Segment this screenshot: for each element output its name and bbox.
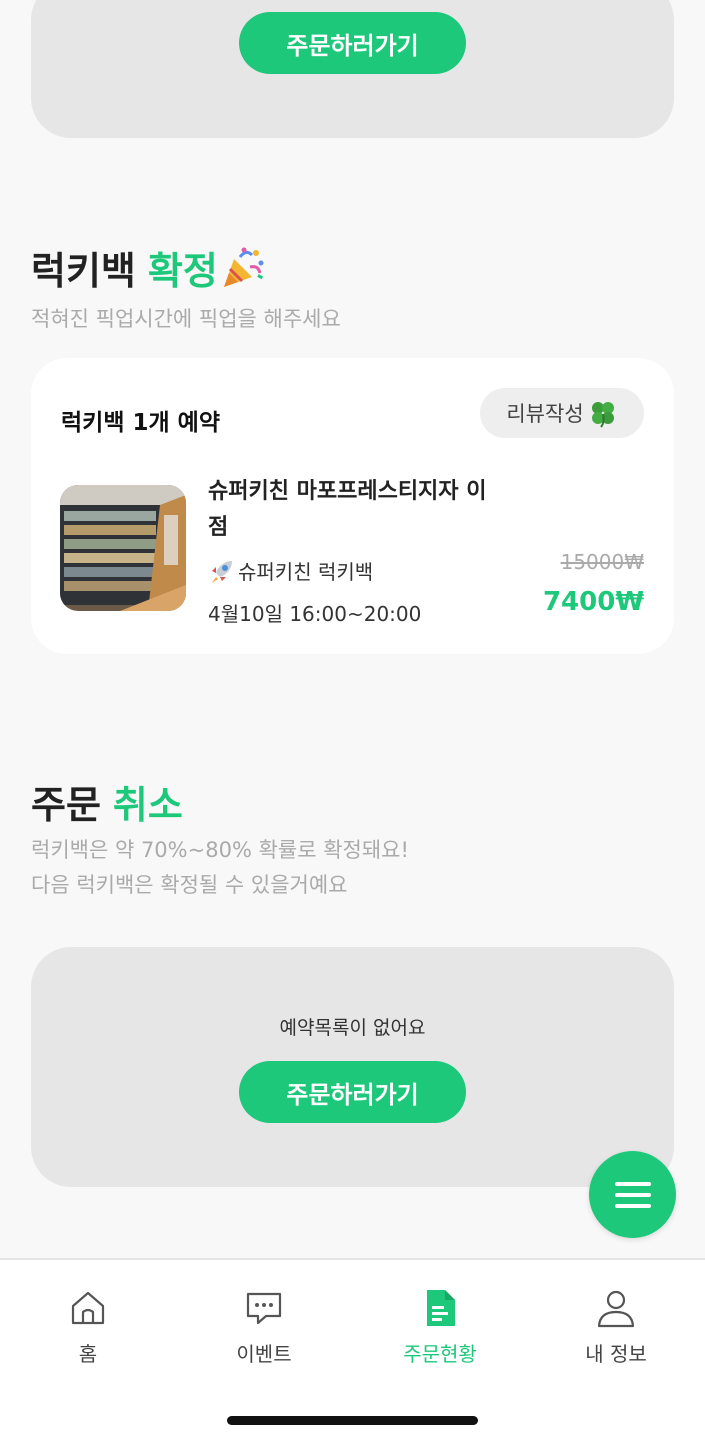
sale-price: 7400₩ <box>542 587 644 617</box>
store-thumbnail <box>60 485 186 611</box>
confirmed-title-main: 럭키백 <box>31 249 136 293</box>
order-status-content: 주문하러가기 럭키백 확정 적혀진 픽업시간에 픽업을 해주세요 럭키백 1개 … <box>0 0 705 1258</box>
empty-reservations-text: 예약목록이 없어요 <box>279 1017 426 1039</box>
four-leaf-clover-icon <box>591 402 614 428</box>
cancelled-subtitle-2: 다음 럭키백은 확정될 수 있을거예요 <box>31 873 348 897</box>
lucky-bag-name: 슈퍼키친 럭키백 <box>208 556 373 585</box>
top-empty-panel: 주문하러가기 <box>31 0 674 138</box>
nav-label-events: 이벤트 <box>236 1342 292 1366</box>
write-review-label: 리뷰작성 <box>506 402 584 426</box>
nav-label-my-info: 내 정보 <box>585 1342 647 1366</box>
home-icon <box>71 1291 105 1325</box>
party-popper-icon <box>223 247 264 287</box>
cancelled-title-accent: 취소 <box>112 783 183 827</box>
confirmed-section-title: 럭키백 확정 <box>31 240 266 295</box>
pickup-time: 4월10일 16:00~20:00 <box>208 602 422 626</box>
home-indicator <box>227 1416 478 1425</box>
go-order-button-top[interactable]: 주문하러가기 <box>239 12 466 74</box>
cancelled-subtitle-1: 럭키백은 약 70%~80% 확률로 확정돼요! <box>31 838 409 862</box>
reservation-count-label: 럭키백 1개 예약 <box>61 410 220 436</box>
menu-fab-button[interactable] <box>589 1151 676 1238</box>
cancelled-title-main: 주문 <box>31 783 101 827</box>
user-icon <box>597 1290 635 1328</box>
confirmed-title-accent: 확정 <box>147 249 218 293</box>
store-shelf-image <box>60 485 186 611</box>
confirmed-subtitle: 적혀진 픽업시간에 픽업을 해주세요 <box>31 307 341 331</box>
nav-item-order-status[interactable]: 주문현황 <box>365 1288 515 1367</box>
nav-label-order-status: 주문현황 <box>403 1342 477 1366</box>
lucky-bag-label: 슈퍼키친 럭키백 <box>238 560 374 584</box>
bottom-navigation: 홈 이벤트 주문현황 내 정보 <box>0 1258 705 1440</box>
nav-item-events[interactable]: 이벤트 <box>189 1288 339 1367</box>
cancelled-empty-panel: 예약목록이 없어요 주문하러가기 <box>31 947 674 1187</box>
chat-icon <box>246 1292 282 1325</box>
rocket-icon <box>212 560 232 583</box>
nav-label-home: 홈 <box>78 1342 98 1366</box>
write-review-button[interactable]: 리뷰작성 <box>480 388 644 438</box>
nav-item-my-info[interactable]: 내 정보 <box>541 1288 691 1367</box>
document-icon <box>427 1290 455 1326</box>
hamburger-menu-icon <box>614 1181 651 1208</box>
cancelled-section-title: 주문 취소 <box>31 774 183 829</box>
nav-item-home[interactable]: 홈 <box>13 1288 163 1367</box>
go-order-button[interactable]: 주문하러가기 <box>239 1061 466 1123</box>
original-price: 15000₩ <box>560 550 644 574</box>
store-name: 슈퍼키친 마포프레스티지자 이점 <box>208 479 487 540</box>
reservation-card[interactable]: 럭키백 1개 예약 리뷰작성 슈퍼키친 마포프레스티지자 이점 슈퍼키친 럭키백… <box>31 358 674 654</box>
